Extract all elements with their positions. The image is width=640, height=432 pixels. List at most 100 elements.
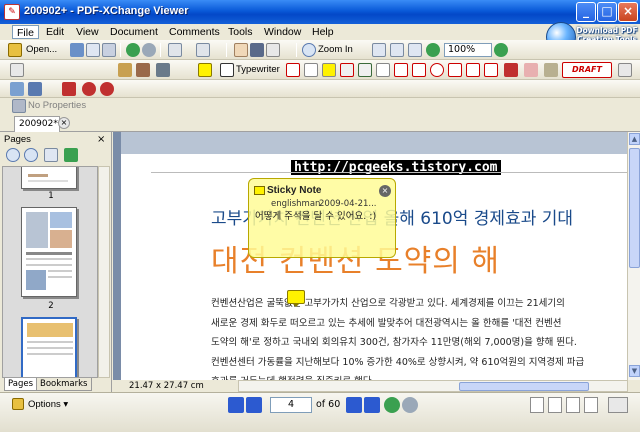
thumbnail-list[interactable]: 1 2 (2, 166, 98, 378)
single-page-view-icon[interactable] (530, 397, 544, 413)
close-tab-icon[interactable]: × (58, 117, 70, 129)
document-tab[interactable]: 200902* (14, 116, 60, 132)
pane-close-icon[interactable]: × (97, 134, 105, 145)
highlight-icon[interactable] (322, 63, 336, 77)
print-icon[interactable] (86, 43, 100, 57)
menu-edit[interactable]: Edit (42, 25, 68, 39)
strikeout-icon[interactable] (340, 63, 354, 77)
rotate-left-icon[interactable] (168, 43, 182, 57)
go-back-icon[interactable] (384, 397, 400, 413)
polygon-icon[interactable] (448, 63, 462, 77)
select-text-icon[interactable] (266, 43, 280, 57)
oval-icon[interactable] (430, 63, 444, 77)
vertical-scrollbar[interactable]: ▲ ▼ (627, 132, 640, 380)
thumb-zoom-out-icon[interactable] (24, 148, 38, 162)
scroll-up-icon[interactable]: ▲ (629, 133, 640, 145)
redact-icon[interactable] (100, 82, 114, 96)
thumb-zoom-in-icon[interactable] (6, 148, 20, 162)
facing-continuous-view-icon[interactable] (584, 397, 598, 413)
sticky-note-popup[interactable]: Sticky Note × englishman 2009-04-21... 어… (248, 178, 396, 258)
snapshot-icon[interactable] (250, 43, 264, 57)
stamp-picker-icon[interactable] (544, 63, 558, 77)
sticky-note-icon[interactable] (287, 290, 305, 307)
last-page-icon[interactable] (364, 397, 380, 413)
scroll-down-icon[interactable]: ▼ (629, 365, 640, 377)
sticky-note-tool-icon[interactable] (198, 63, 212, 77)
rectangle-icon[interactable] (412, 63, 426, 77)
zoom-out-icon[interactable] (426, 43, 440, 57)
properties-icon[interactable] (156, 63, 170, 77)
stamp-dropdown-icon[interactable] (618, 63, 632, 77)
continuous-view-icon[interactable] (548, 397, 562, 413)
horizontal-scrollbar[interactable] (238, 380, 628, 392)
horizontal-scroll-thumb[interactable] (459, 382, 589, 391)
sticky-note-text[interactable]: 어떻게 주석을 달 수 있어요. :) (255, 211, 391, 251)
arrow-icon[interactable] (376, 63, 390, 77)
facing-view-icon[interactable] (566, 397, 580, 413)
email-icon[interactable] (102, 43, 116, 57)
minimize-button[interactable]: _ (576, 2, 596, 22)
page-thumbnail[interactable] (21, 207, 77, 297)
pages-icon[interactable] (28, 82, 42, 96)
typewriter-button[interactable]: Typewriter (236, 64, 280, 75)
attachment-icon[interactable] (136, 63, 150, 77)
tab-pages[interactable]: Pages (4, 378, 38, 391)
open-button[interactable]: Open... (26, 44, 57, 55)
sign-icon[interactable] (62, 82, 76, 96)
underline-icon[interactable] (358, 63, 372, 77)
options-button[interactable]: Options ▾ (10, 397, 68, 413)
menu-comments[interactable]: Comments (165, 25, 224, 39)
thumbnail-scrollbar[interactable] (98, 166, 110, 378)
stamp-seal-icon[interactable] (82, 82, 96, 96)
zoom-level-field[interactable]: 100% (444, 43, 492, 57)
typewriter-icon[interactable] (220, 63, 234, 77)
back-icon[interactable] (126, 43, 140, 57)
document-view[interactable]: http://pcgeeks.tistory.com 고부가가치 컨벤션 산업 … (113, 132, 627, 380)
vertical-scroll-thumb[interactable] (629, 148, 640, 268)
title-bar[interactable]: ✎ 200902+ - PDF-XChange Viewer _ □ × (0, 0, 640, 24)
layers-icon[interactable] (10, 82, 24, 96)
menu-file[interactable]: File (12, 25, 39, 39)
fit-width-icon[interactable] (408, 43, 422, 57)
actual-size-icon[interactable] (372, 43, 386, 57)
thumb-options-icon[interactable] (44, 148, 58, 162)
polyline-icon[interactable] (484, 63, 498, 77)
pencil-icon[interactable] (504, 63, 518, 77)
open-folder-icon[interactable] (8, 43, 22, 57)
hand-tool-icon[interactable] (234, 43, 248, 57)
current-page-field[interactable]: 4 (270, 397, 312, 413)
menu-view[interactable]: View (72, 25, 103, 39)
fit-page-icon[interactable] (390, 43, 404, 57)
zoom-plus-icon[interactable] (494, 43, 508, 57)
previous-page-icon[interactable] (246, 397, 262, 413)
rotate-right-icon[interactable] (196, 43, 210, 57)
view-options-icon[interactable] (608, 397, 628, 413)
sticky-note-close-icon[interactable]: × (379, 185, 391, 197)
app-icon[interactable]: ✎ (4, 4, 20, 20)
cloud-icon[interactable] (466, 63, 480, 77)
next-page-icon[interactable] (346, 397, 362, 413)
page-thumbnail[interactable] (21, 167, 77, 189)
menu-help[interactable]: Help (308, 25, 338, 39)
first-page-icon[interactable] (228, 397, 244, 413)
forward-icon[interactable] (142, 43, 156, 57)
callout-icon[interactable] (304, 63, 318, 77)
go-forward-icon[interactable] (402, 397, 418, 413)
save-icon[interactable] (70, 43, 84, 57)
zoom-in-icon[interactable] (302, 43, 316, 57)
menu-window[interactable]: Window (260, 25, 305, 39)
line-icon[interactable] (394, 63, 408, 77)
thumb-insert-icon[interactable] (64, 148, 78, 162)
zoom-in-button[interactable]: Zoom In (318, 44, 353, 55)
stamp-tool-icon[interactable] (118, 63, 132, 77)
draft-stamp-button[interactable]: DRAFT (562, 62, 612, 78)
menu-tools[interactable]: Tools (224, 25, 257, 39)
eraser-icon[interactable] (524, 63, 538, 77)
maximize-button[interactable]: □ (597, 2, 617, 22)
close-button[interactable]: × (618, 2, 638, 22)
textbox-icon[interactable] (286, 63, 300, 77)
tool-options-icon[interactable] (10, 63, 24, 77)
menu-document[interactable]: Document (106, 25, 162, 39)
page-thumbnail-current[interactable] (21, 317, 77, 377)
tab-bookmarks[interactable]: Bookmarks (36, 378, 92, 391)
